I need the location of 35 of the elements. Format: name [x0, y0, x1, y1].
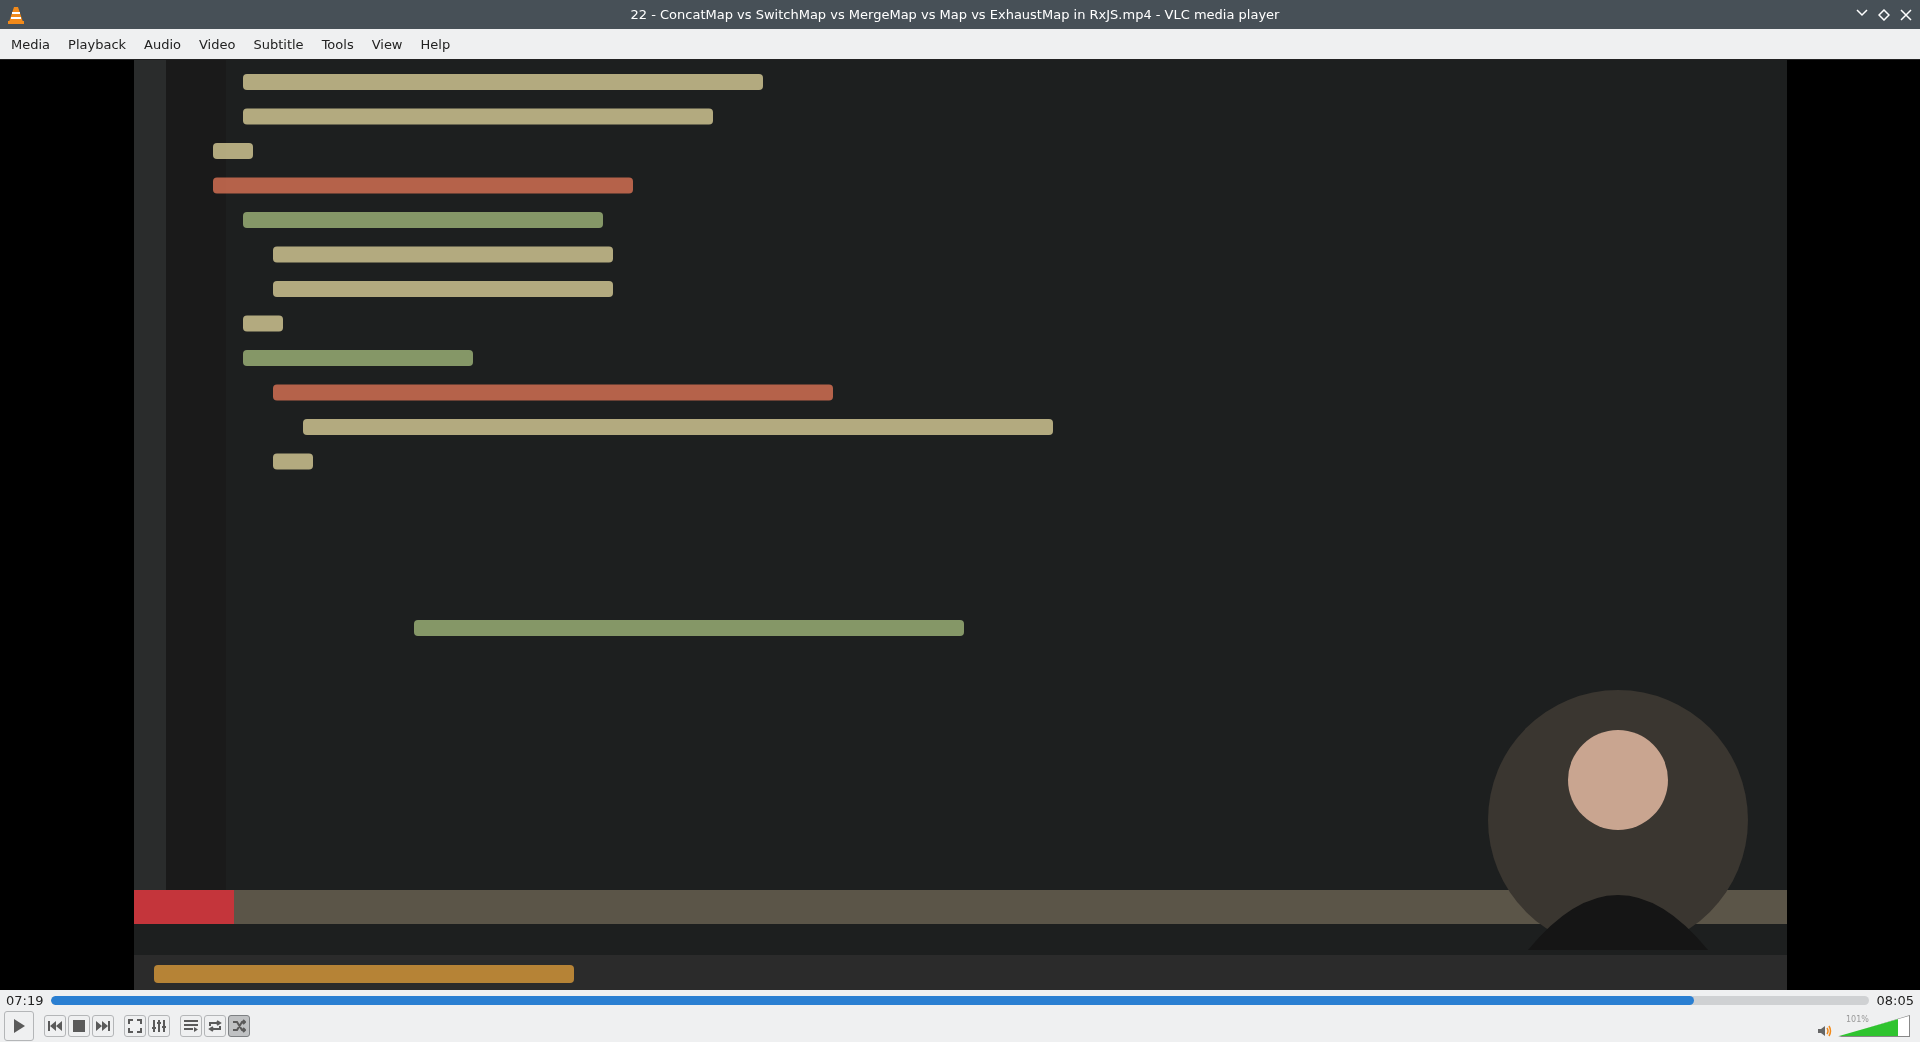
loop-icon [208, 1019, 222, 1033]
menu-item[interactable]: Subtitle [244, 32, 313, 56]
speaker-icon[interactable] [1818, 1025, 1832, 1037]
maximize-icon[interactable] [1878, 8, 1890, 21]
traffic-cone-icon [8, 5, 24, 24]
skip-back-icon [48, 1020, 62, 1032]
loop-button[interactable] [204, 1015, 226, 1037]
shuffle-icon [232, 1019, 246, 1033]
menu-item[interactable]: Help [411, 32, 460, 56]
minimize-icon[interactable] [1856, 8, 1868, 17]
stop-icon [73, 1020, 85, 1032]
menu-item[interactable]: Playback [59, 32, 136, 56]
previous-button[interactable] [44, 1015, 66, 1037]
play-icon [11, 1018, 27, 1034]
shuffle-button[interactable] [228, 1015, 250, 1037]
playlist-button[interactable] [180, 1015, 202, 1037]
sliders-icon [152, 1019, 166, 1033]
close-icon[interactable] [1900, 8, 1912, 21]
fullscreen-button[interactable] [124, 1015, 146, 1037]
menu-item[interactable]: Media [2, 32, 60, 56]
next-button[interactable] [92, 1015, 114, 1037]
skip-forward-icon [96, 1020, 110, 1032]
elapsed-time: 07:19 [6, 992, 44, 1008]
total-time: 08:05 [1876, 992, 1914, 1008]
menu-item[interactable]: Video [190, 32, 245, 56]
stop-button[interactable] [68, 1015, 90, 1037]
menu-item[interactable]: View [362, 32, 412, 56]
window-title: 22 - ConcatMap vs SwitchMap vs MergeMap vs Map vs ExhaustMap in RxJS.mp4 - VLC media player [629, 7, 1281, 22]
effects-button[interactable] [148, 1015, 170, 1037]
menu-item[interactable]: Tools [312, 32, 363, 56]
playlist-icon [184, 1020, 198, 1032]
menu-item[interactable]: Audio [135, 32, 190, 56]
fullscreen-icon [128, 1019, 142, 1033]
play-button[interactable] [4, 1011, 34, 1041]
volume-reading: 101% [1846, 1015, 1869, 1024]
